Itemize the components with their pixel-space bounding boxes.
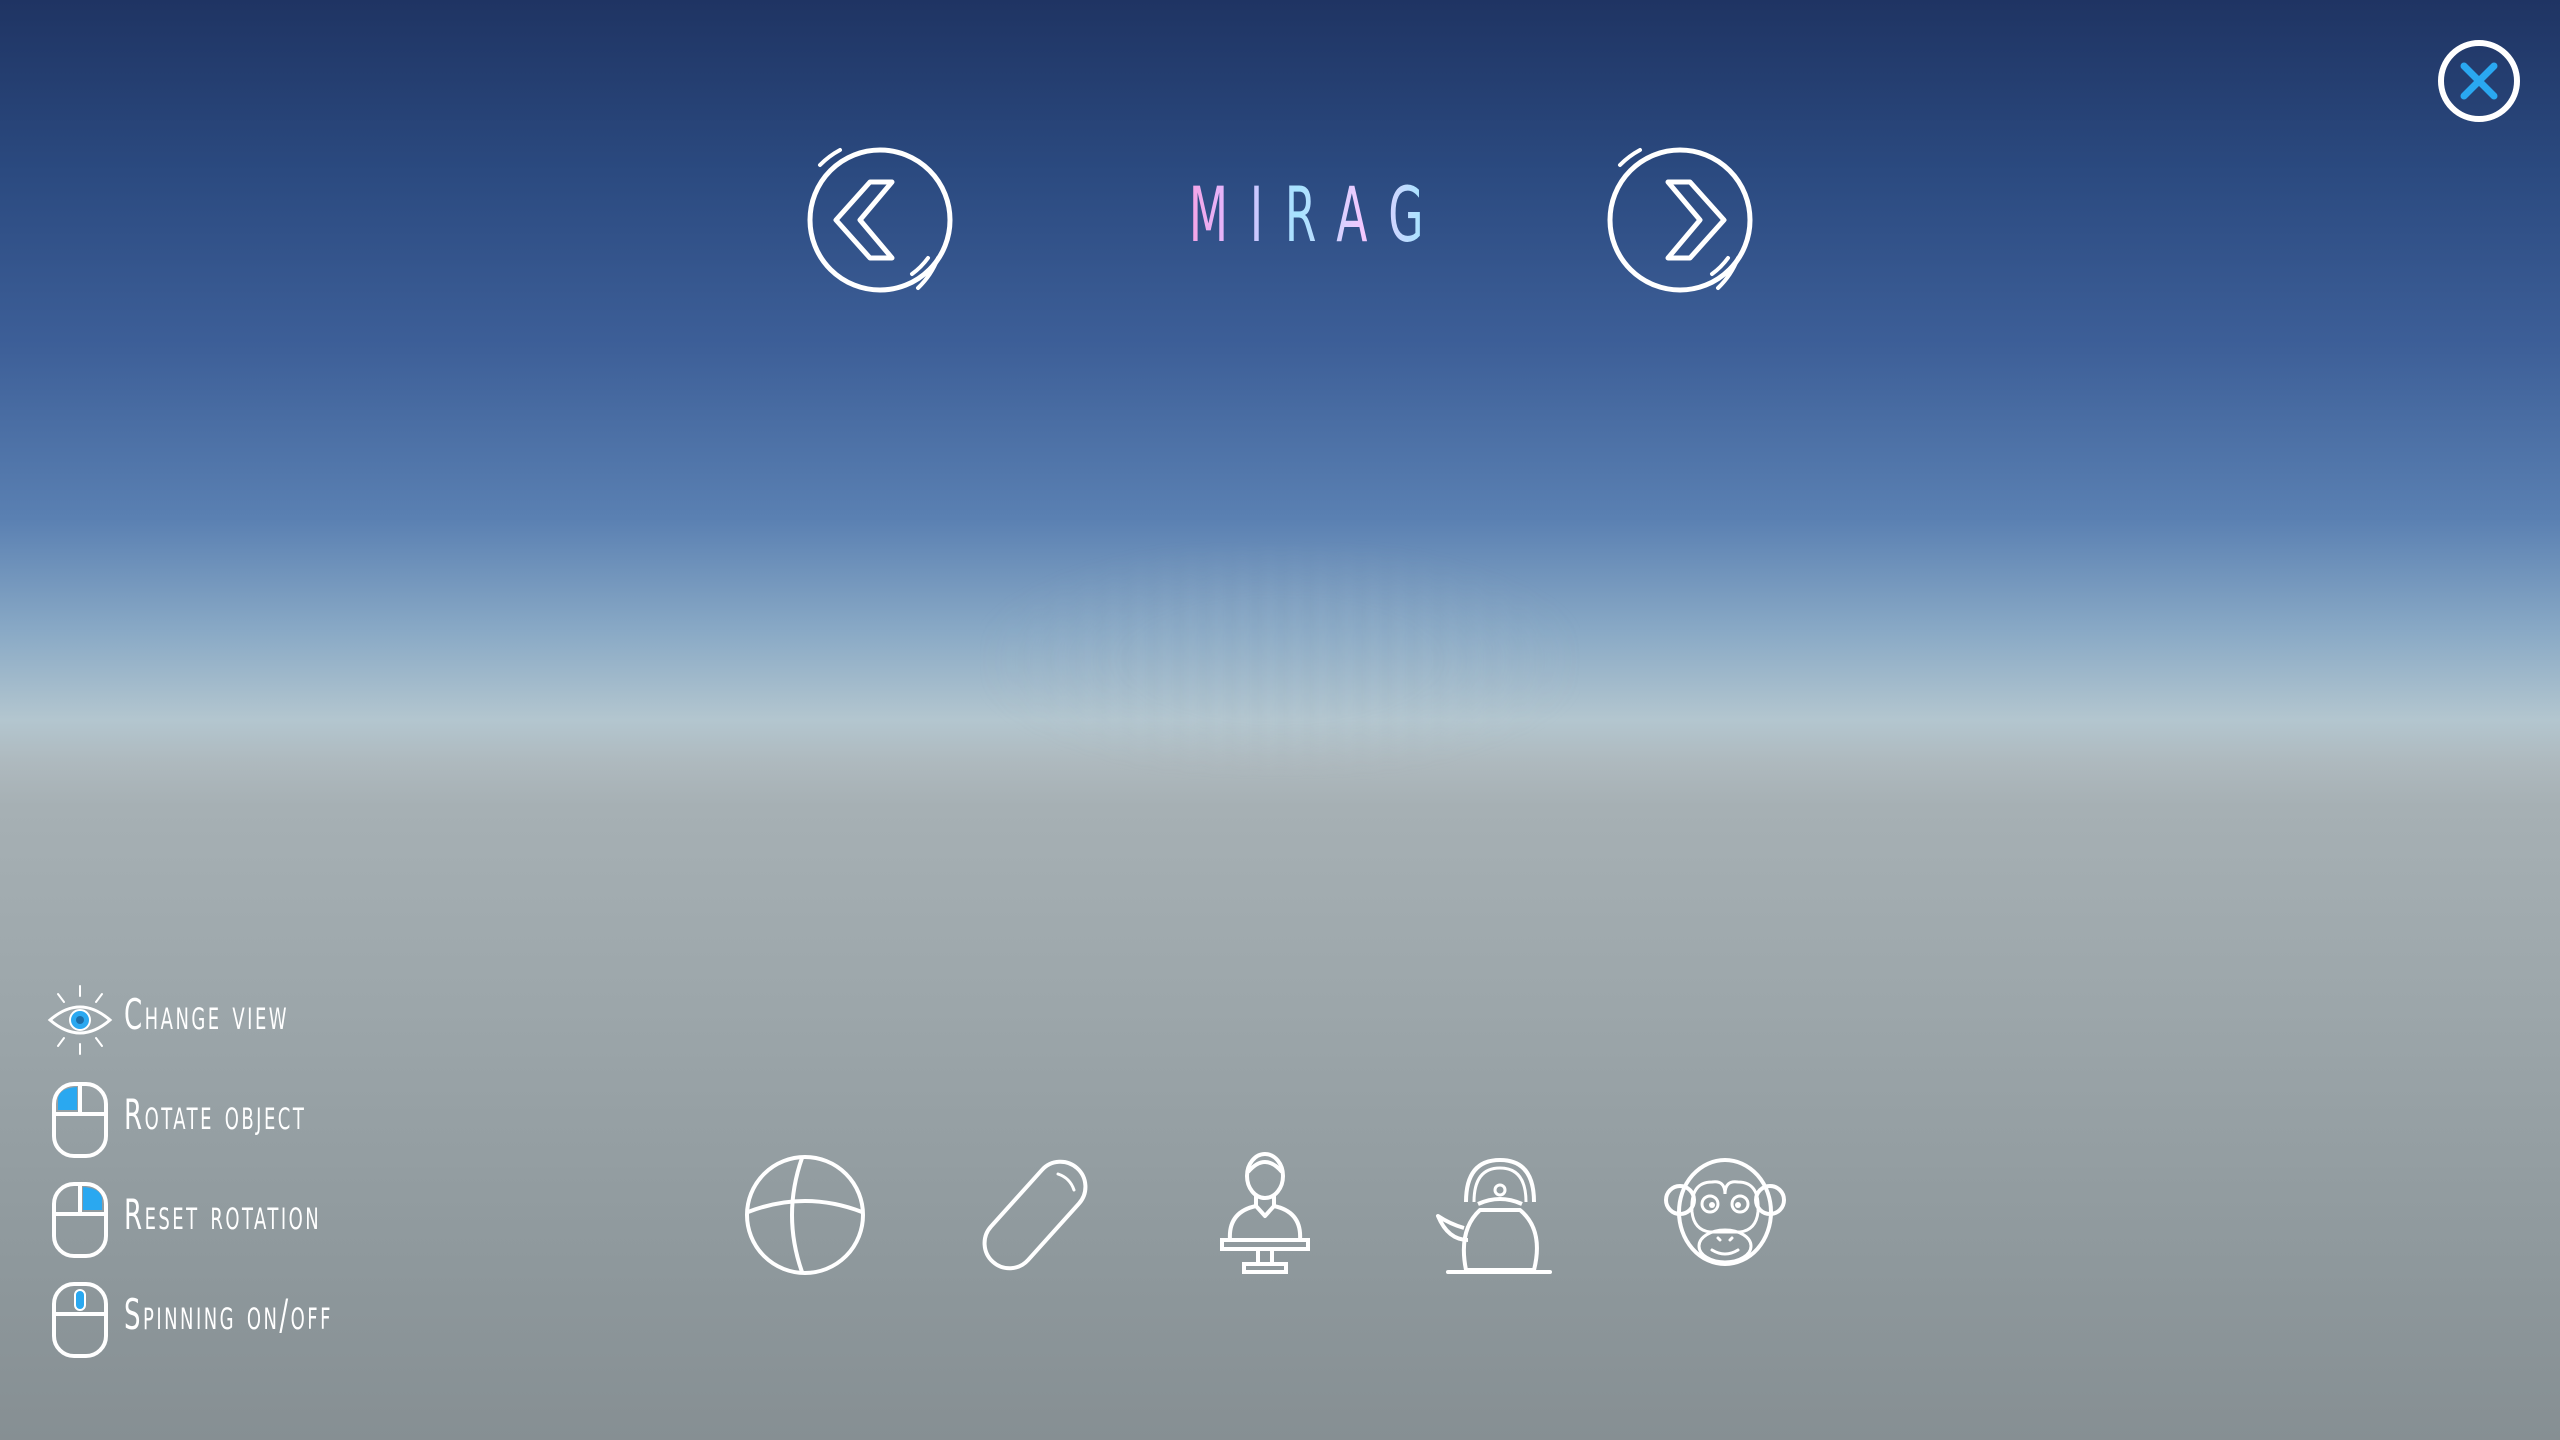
bust-statue-icon xyxy=(1220,1152,1310,1274)
teapot-icon xyxy=(1436,1157,1552,1274)
object-capsule-button[interactable] xyxy=(970,1150,1100,1280)
legend-label: Spinning on/off xyxy=(124,1290,333,1339)
close-x-icon xyxy=(2438,40,2520,122)
legend-item-rotate-object: Rotate object xyxy=(46,1080,506,1160)
chevron-left-circle-icon xyxy=(807,147,953,293)
page-title: MIRAGE xyxy=(1167,170,1474,259)
legend-label: Reset rotation xyxy=(124,1190,322,1239)
close-button[interactable] xyxy=(2436,38,2522,124)
legend-item-change-view: Change view xyxy=(46,980,506,1060)
legend-label: Rotate object xyxy=(124,1090,307,1139)
mouse-right-click-icon xyxy=(46,1180,114,1260)
next-button[interactable] xyxy=(1600,140,1760,300)
previous-button[interactable] xyxy=(800,140,960,300)
monkey-head-icon xyxy=(1664,1158,1786,1266)
chevron-right-circle-icon xyxy=(1607,147,1753,293)
legend-label: Change view xyxy=(124,990,290,1039)
object-sphere-button[interactable] xyxy=(740,1150,870,1280)
mouse-left-click-icon xyxy=(46,1080,114,1160)
eye-icon xyxy=(46,980,114,1060)
legend-item-reset-rotation: Reset rotation xyxy=(46,1180,506,1260)
object-monkey-button[interactable] xyxy=(1660,1150,1790,1280)
capsule-icon xyxy=(982,1159,1088,1271)
object-teapot-button[interactable] xyxy=(1430,1150,1560,1280)
background-haze xyxy=(980,540,1580,780)
sphere-icon xyxy=(745,1155,865,1275)
object-bust-button[interactable] xyxy=(1200,1150,1330,1280)
mouse-middle-click-icon xyxy=(46,1280,114,1360)
legend-item-spinning: Spinning on/off xyxy=(46,1280,506,1360)
